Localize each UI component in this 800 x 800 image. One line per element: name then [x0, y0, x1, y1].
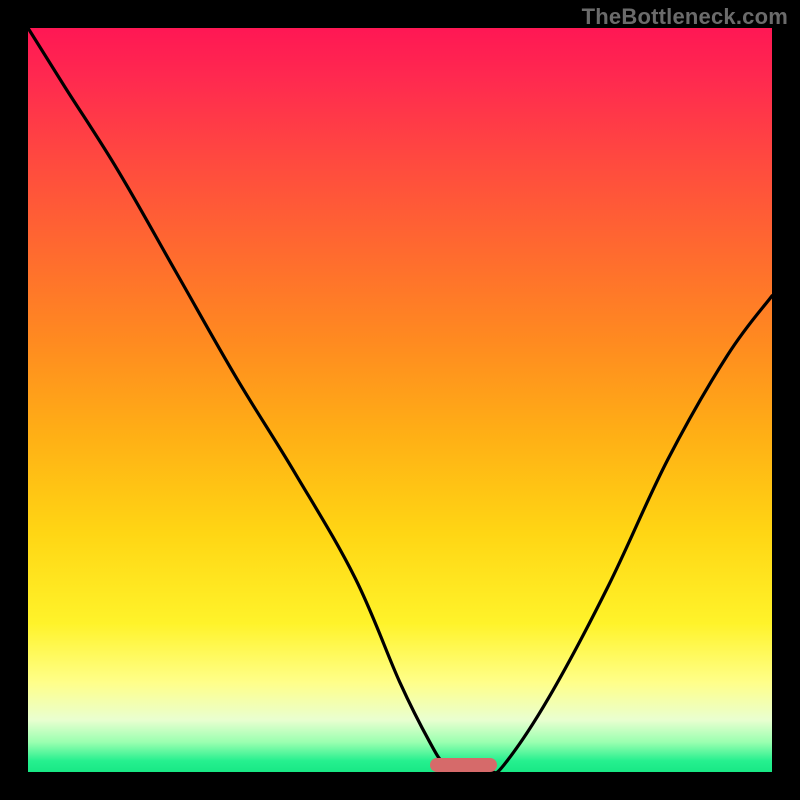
bottleneck-curve	[28, 28, 772, 772]
curve-path	[28, 28, 772, 772]
plot-area	[28, 28, 772, 772]
watermark-text: TheBottleneck.com	[582, 4, 788, 30]
minimum-marker	[430, 758, 497, 772]
chart-frame: TheBottleneck.com	[0, 0, 800, 800]
